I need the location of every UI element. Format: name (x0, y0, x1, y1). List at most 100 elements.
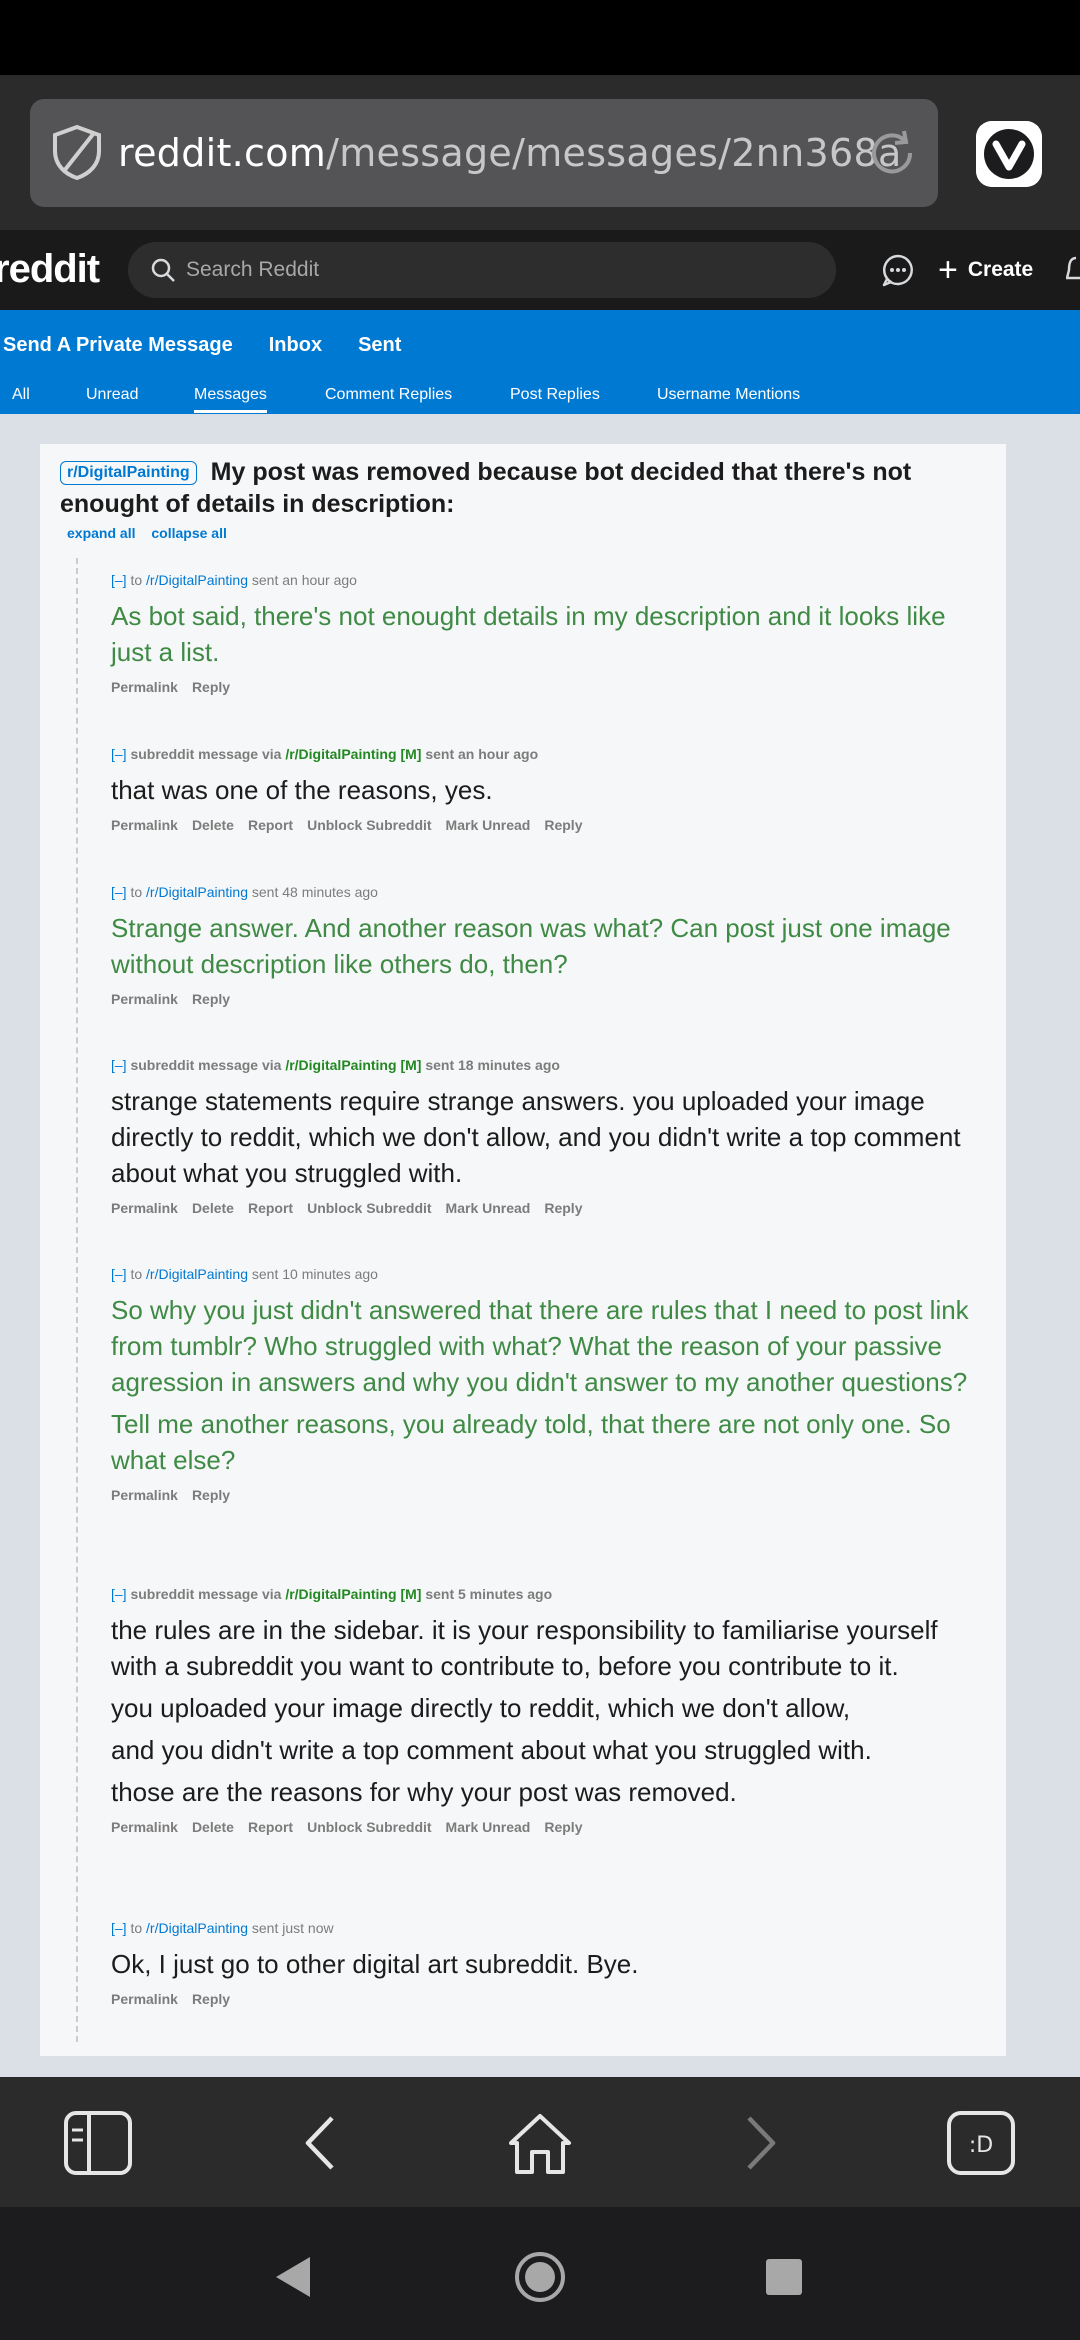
message-body: the rules are in the sidebar. it is your… (111, 1615, 938, 1681)
message-tabs: Send A Private Message Inbox Sent (3, 334, 401, 357)
collapse-toggle[interactable]: [–] (111, 884, 127, 900)
subtab-messages[interactable]: Messages (194, 385, 267, 413)
create-button[interactable]: + Create (938, 252, 1033, 288)
subtab-comment-replies[interactable]: Comment Replies (325, 385, 452, 405)
collapse-toggle[interactable]: [–] (111, 1586, 127, 1602)
search-icon (151, 258, 175, 282)
message-time: sent an hour ago (425, 746, 539, 762)
report-button[interactable]: Report (248, 1818, 293, 1836)
delete-button[interactable]: Delete (192, 816, 234, 834)
unblock-subreddit-button[interactable]: Unblock Subreddit (307, 1818, 431, 1836)
home-icon[interactable] (505, 2110, 575, 2176)
search-input[interactable]: Search Reddit (128, 242, 836, 298)
forward-icon[interactable] (726, 2110, 796, 2176)
message-actions: Permalink Reply (111, 1990, 991, 2008)
tab-inbox[interactable]: Inbox (269, 334, 322, 357)
reply-button[interactable]: Reply (192, 990, 230, 1008)
report-button[interactable]: Report (248, 816, 293, 834)
subreddit-link[interactable]: /r/DigitalPainting (285, 1057, 396, 1073)
message-item: [–] to /r/DigitalPainting sent 48 minute… (111, 883, 991, 1008)
reply-button[interactable]: Reply (192, 678, 230, 696)
mark-unread-button[interactable]: Mark Unread (446, 1818, 531, 1836)
tabs-icon[interactable]: :D (946, 2110, 1016, 2176)
subreddit-link[interactable]: /r/DigitalPainting (146, 1920, 248, 1936)
message-item: [–] subreddit message via /r/DigitalPain… (111, 745, 991, 834)
message-actions: Permalink Reply (111, 678, 991, 696)
subtab-unread[interactable]: Unread (86, 385, 138, 405)
message-body: So why you just didn't answered that the… (111, 1295, 969, 1397)
back-icon[interactable] (285, 2110, 355, 2176)
permalink-button[interactable]: Permalink (111, 990, 178, 1008)
message-item: [–] subreddit message via /r/DigitalPain… (111, 1056, 991, 1217)
system-home-icon[interactable] (514, 2251, 566, 2303)
permalink-button[interactable]: Permalink (111, 1818, 178, 1836)
permalink-button[interactable]: Permalink (111, 1486, 178, 1504)
mark-unread-button[interactable]: Mark Unread (446, 1199, 531, 1217)
subreddit-link[interactable]: /r/DigitalPainting (285, 1586, 396, 1602)
message-actions: Permalink Reply (111, 1486, 991, 1504)
subreddit-link[interactable]: /r/DigitalPainting (146, 1266, 248, 1282)
collapse-toggle[interactable]: [–] (111, 746, 127, 762)
tab-send-private-message[interactable]: Send A Private Message (3, 334, 233, 357)
bell-icon[interactable] (1066, 252, 1080, 288)
meta-to: to (130, 1266, 143, 1282)
collapse-all-link[interactable]: collapse all (151, 525, 226, 541)
subreddit-badge[interactable]: r/DigitalPainting (60, 461, 197, 485)
system-back-icon[interactable] (268, 2251, 320, 2303)
delete-button[interactable]: Delete (192, 1818, 234, 1836)
expand-all-link[interactable]: expand all (67, 525, 135, 541)
browser-bottom-bar: :D (0, 2077, 1080, 2207)
permalink-button[interactable]: Permalink (111, 678, 178, 696)
unblock-subreddit-button[interactable]: Unblock Subreddit (307, 816, 431, 834)
mod-tag: [M] (400, 1057, 422, 1073)
collapse-toggle[interactable]: [–] (111, 1057, 127, 1073)
subreddit-link[interactable]: /r/DigitalPainting (146, 884, 248, 900)
shield-icon[interactable] (48, 123, 106, 181)
message-body: that was one of the reasons, yes. (111, 775, 493, 805)
reload-icon[interactable] (864, 125, 920, 181)
message-body: strange statements require strange answe… (111, 1086, 961, 1188)
meta-via: subreddit message via (130, 1586, 282, 1602)
search-placeholder: Search Reddit (186, 258, 320, 281)
report-button[interactable]: Report (248, 1199, 293, 1217)
permalink-button[interactable]: Permalink (111, 1990, 178, 2008)
collapse-toggle[interactable]: [–] (111, 1920, 127, 1936)
panel-icon[interactable] (63, 2110, 133, 2176)
message-meta: [–] to /r/DigitalPainting sent 10 minute… (111, 1265, 991, 1283)
subtab-post-replies[interactable]: Post Replies (510, 385, 600, 405)
permalink-button[interactable]: Permalink (111, 1199, 178, 1217)
message-body: As bot said, there's not enought details… (111, 601, 946, 667)
reply-button[interactable]: Reply (192, 1990, 230, 2008)
collapse-toggle[interactable]: [–] (111, 1266, 127, 1282)
delete-button[interactable]: Delete (192, 1199, 234, 1217)
unblock-subreddit-button[interactable]: Unblock Subreddit (307, 1199, 431, 1217)
vivaldi-menu-icon[interactable] (976, 121, 1042, 187)
subtab-username-mentions[interactable]: Username Mentions (657, 385, 800, 405)
reply-button[interactable]: Reply (192, 1486, 230, 1504)
permalink-button[interactable]: Permalink (111, 816, 178, 834)
reddit-logo[interactable]: reddit (0, 240, 100, 298)
status-bar (0, 0, 1080, 75)
subreddit-link[interactable]: /r/DigitalPainting (146, 572, 248, 588)
address-bar[interactable]: reddit.com/message/messages/2nn368a (30, 99, 938, 207)
message-time: sent 5 minutes ago (425, 1586, 553, 1602)
subtab-all[interactable]: All (12, 385, 30, 405)
tab-sent[interactable]: Sent (358, 334, 401, 357)
collapse-toggle[interactable]: [–] (111, 572, 127, 588)
reply-button[interactable]: Reply (544, 1818, 582, 1836)
meta-to: to (130, 572, 143, 588)
url-text[interactable]: reddit.com/message/messages/2nn368a (118, 125, 902, 181)
meta-via: subreddit message via (130, 1057, 282, 1073)
message-meta: [–] subreddit message via /r/DigitalPain… (111, 745, 991, 763)
meta-via: subreddit message via (130, 746, 282, 762)
reply-button[interactable]: Reply (544, 1199, 582, 1217)
subreddit-link[interactable]: /r/DigitalPainting (285, 746, 396, 762)
message-header: Send A Private Message Inbox Sent All Un… (0, 310, 1080, 414)
system-recents-icon[interactable] (758, 2251, 810, 2303)
message-item: [–] to /r/DigitalPainting sent just now … (111, 1919, 991, 2008)
message-time: sent an hour ago (251, 572, 357, 588)
chat-icon[interactable] (880, 252, 916, 288)
reply-button[interactable]: Reply (544, 816, 582, 834)
mark-unread-button[interactable]: Mark Unread (446, 816, 531, 834)
message-body: you uploaded your image directly to redd… (111, 1693, 851, 1723)
